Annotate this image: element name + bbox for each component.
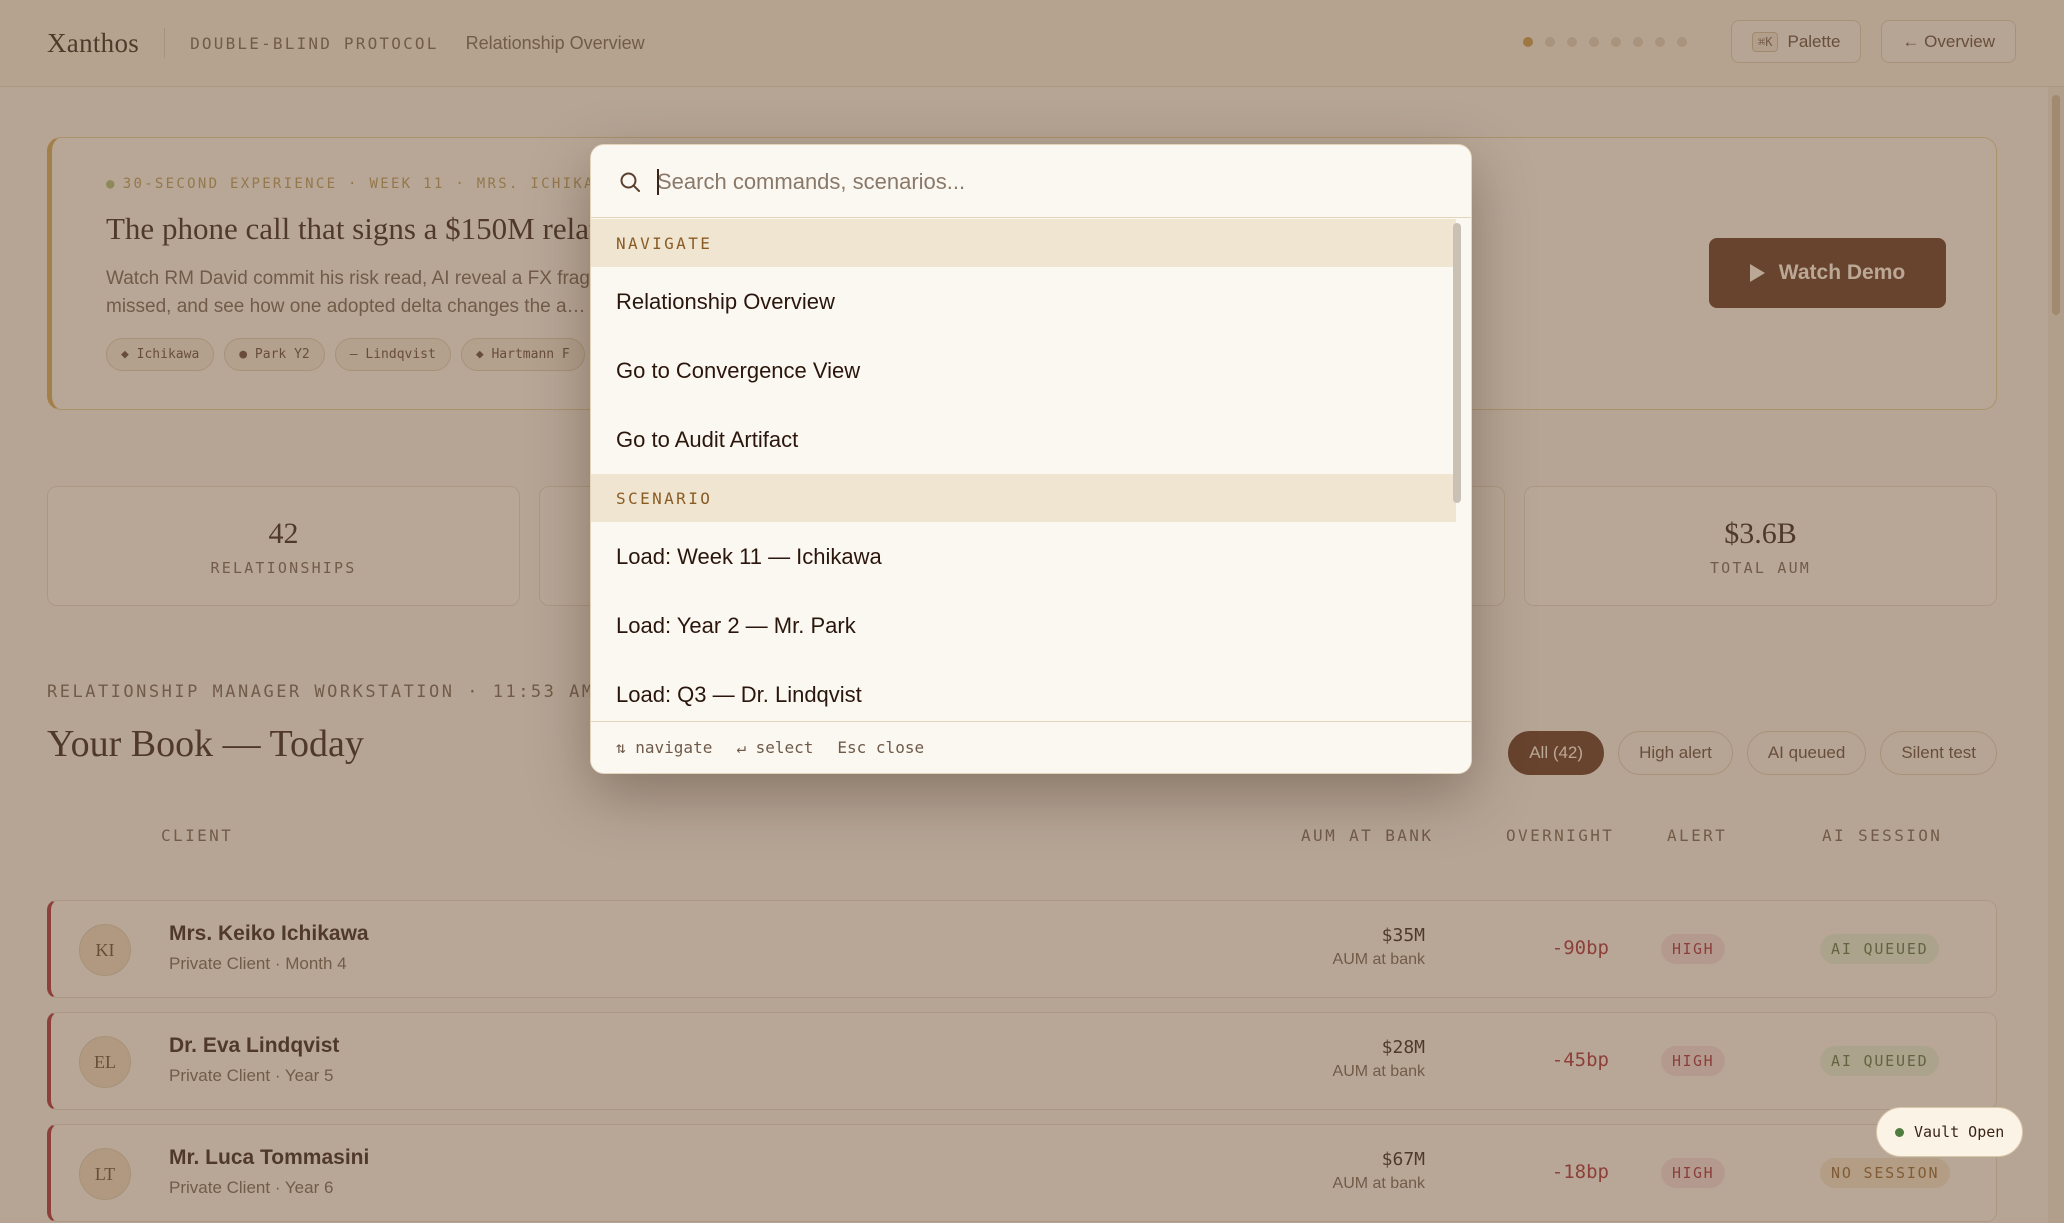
command-palette: NAVIGATE Relationship Overview Go to Con… — [590, 144, 1472, 774]
command-item-convergence-view[interactable]: Go to Convergence View — [591, 336, 1456, 405]
command-item-audit-artifact[interactable]: Go to Audit Artifact — [591, 405, 1456, 474]
search-icon — [620, 172, 640, 192]
palette-scrollbar-thumb[interactable] — [1453, 223, 1461, 503]
group-header-scenario: SCENARIO — [591, 474, 1456, 522]
hint-close: Esc close — [837, 738, 925, 757]
command-item-load-year-2[interactable]: Load: Year 2 — Mr. Park — [591, 591, 1456, 660]
command-item-load-q3[interactable]: Load: Q3 — Dr. Lindqvist — [591, 660, 1456, 729]
palette-results: NAVIGATE Relationship Overview Go to Con… — [591, 219, 1456, 773]
command-item-load-week-11[interactable]: Load: Week 11 — Ichikawa — [591, 522, 1456, 591]
palette-search-input[interactable] — [657, 163, 1437, 201]
vault-status-pill[interactable]: Vault Open — [1876, 1107, 2024, 1157]
hint-navigate: ⇅ navigate — [616, 738, 713, 757]
vault-label: Vault Open — [1914, 1123, 2005, 1141]
status-dot-icon — [1895, 1127, 1904, 1137]
command-item-relationship-overview[interactable]: Relationship Overview — [591, 267, 1456, 336]
group-header-navigate: NAVIGATE — [591, 219, 1456, 267]
hint-select: ↵ select — [736, 738, 814, 757]
palette-footer: ⇅ navigate ↵ select Esc close — [591, 721, 1471, 773]
palette-search-row — [591, 145, 1471, 218]
text-cursor — [657, 169, 659, 195]
palette-scrollbar[interactable] — [1453, 223, 1461, 643]
